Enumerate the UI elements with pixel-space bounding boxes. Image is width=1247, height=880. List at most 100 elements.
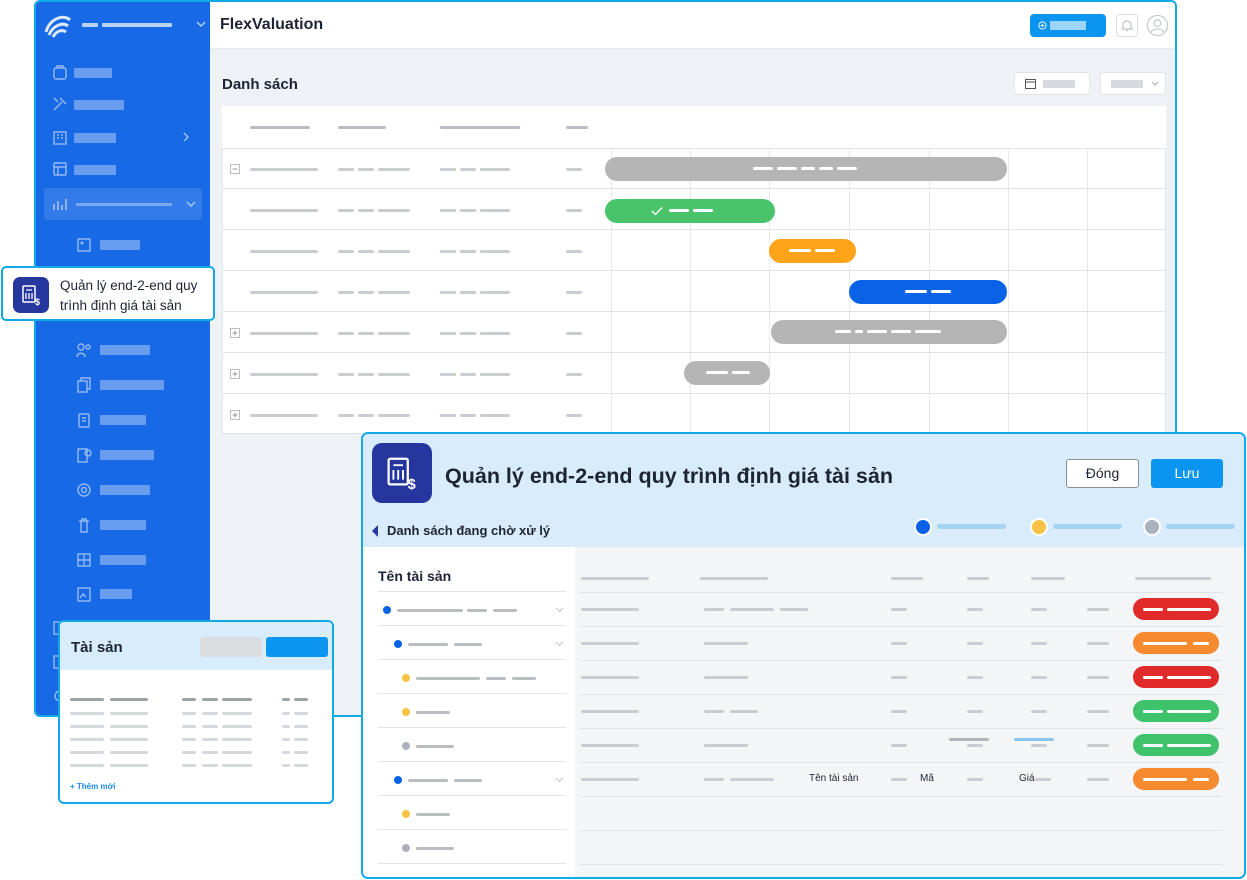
- date-filter-button[interactable]: [1014, 72, 1090, 95]
- add-new-link[interactable]: + Thêm mới: [70, 782, 115, 791]
- step-1-dot[interactable]: [914, 518, 932, 536]
- gantt-bar-gray[interactable]: [771, 320, 1007, 344]
- gantt-bar-blue[interactable]: [849, 280, 1007, 304]
- card-primary-button[interactable]: [266, 637, 328, 657]
- sidebar-subitem-1[interactable]: [36, 233, 210, 257]
- asset-tree: Tên tài sản: [363, 547, 575, 877]
- card-secondary-button[interactable]: [200, 637, 262, 657]
- bell-icon: [1121, 20, 1133, 31]
- sidebar: [36, 2, 210, 715]
- expand-icon[interactable]: [230, 328, 240, 338]
- valuation-doc-icon: $: [372, 443, 432, 503]
- asset-table: Tên tài sản Mã Giá: [575, 547, 1244, 877]
- tree-item[interactable]: [378, 626, 566, 660]
- table-row-empty: [579, 831, 1222, 865]
- gantt-bar-green[interactable]: [605, 199, 775, 223]
- table-row[interactable]: [579, 661, 1222, 695]
- asset-name-label: Tên tài sản: [809, 773, 859, 784]
- header-cell: [250, 126, 310, 129]
- status-pill-red[interactable]: [1133, 598, 1219, 620]
- tree-item[interactable]: [378, 694, 566, 728]
- chevron-right-icon: [183, 132, 189, 142]
- sidebar-subitem-4[interactable]: [36, 373, 210, 397]
- chevron-left-icon[interactable]: [371, 524, 379, 538]
- tree-item[interactable]: [378, 660, 566, 694]
- svg-text:$: $: [408, 477, 416, 491]
- sidebar-item-2[interactable]: [36, 92, 210, 116]
- gantt-bar-gray[interactable]: [605, 157, 1007, 181]
- org-name: [102, 23, 172, 27]
- modal-title: Quản lý end-2-end quy trình định giá tài…: [445, 464, 893, 488]
- status-pill-green[interactable]: [1133, 734, 1219, 756]
- image-doc-icon: [77, 238, 91, 252]
- calculator-icon: [53, 162, 67, 176]
- status-pill-green[interactable]: [1133, 700, 1219, 722]
- expand-icon[interactable]: [230, 369, 240, 379]
- status-pill-orange[interactable]: [1133, 768, 1219, 790]
- table-row[interactable]: [222, 271, 1166, 312]
- gantt-bar-gray[interactable]: [684, 361, 770, 385]
- table-row[interactable]: [222, 394, 1166, 434]
- header-cell: [440, 126, 520, 129]
- table-row[interactable]: [579, 593, 1222, 627]
- sidebar-subitem-5[interactable]: [36, 408, 210, 432]
- sidebar-subitem-10[interactable]: [36, 582, 210, 606]
- sidebar-subitem-7[interactable]: [36, 478, 210, 502]
- sidebar-item-4[interactable]: [36, 157, 210, 181]
- card-title: Tài sản: [71, 639, 123, 656]
- table-row[interactable]: [579, 627, 1222, 661]
- chevron-down-icon[interactable]: [196, 20, 206, 28]
- status-pill-red[interactable]: [1133, 666, 1219, 688]
- trash-icon: [79, 518, 89, 533]
- menu-callout[interactable]: $ Quản lý end-2-end quy trình định giá t…: [1, 266, 215, 321]
- back-link[interactable]: Danh sách đang chờ xử lý: [387, 523, 550, 538]
- chart-icon: [53, 199, 67, 210]
- step-2-dot[interactable]: [1030, 518, 1048, 536]
- table-row[interactable]: [579, 729, 1222, 763]
- section-title: Danh sách: [222, 76, 298, 93]
- sidebar-subitem-6[interactable]: [36, 443, 210, 467]
- sidebar-subitem-8[interactable]: [36, 513, 210, 537]
- status-pill-orange[interactable]: [1133, 632, 1219, 654]
- copy-icon: [77, 377, 91, 393]
- create-button[interactable]: [1030, 14, 1106, 37]
- close-button[interactable]: Đóng: [1066, 459, 1139, 488]
- tree-item[interactable]: [378, 728, 566, 762]
- logo-icon[interactable]: [44, 14, 72, 38]
- table-row[interactable]: [222, 312, 1166, 353]
- header-cell: [338, 126, 386, 129]
- check-icon: [651, 207, 663, 216]
- callout-label-line2: trình định giá tài sản: [60, 298, 182, 313]
- tree-item[interactable]: [378, 592, 566, 626]
- notification-button[interactable]: [1116, 14, 1138, 37]
- tree-item[interactable]: [378, 830, 566, 864]
- sidebar-item-5-active[interactable]: [44, 188, 202, 220]
- table-row[interactable]: [579, 695, 1222, 729]
- bag-icon: [53, 65, 67, 80]
- table-row[interactable]: Tên tài sản Mã Giá: [579, 763, 1222, 797]
- chevron-down-icon: [1151, 81, 1159, 86]
- topbar: FlexValuation: [210, 2, 1175, 49]
- valuation-modal: $ Quản lý end-2-end quy trình định giá t…: [361, 432, 1246, 879]
- grid-icon: [77, 553, 91, 567]
- callout-label-line1: Quản lý end-2-end quy: [60, 278, 198, 293]
- user-avatar-icon[interactable]: [1146, 14, 1169, 37]
- calendar-icon: [1025, 79, 1036, 89]
- tree-item[interactable]: [378, 796, 566, 830]
- expand-icon[interactable]: [230, 410, 240, 420]
- sidebar-subitem-9[interactable]: [36, 548, 210, 572]
- view-select[interactable]: [1100, 72, 1166, 95]
- sidebar-subitem-3[interactable]: [36, 338, 210, 362]
- svg-text:$: $: [35, 297, 40, 306]
- building-icon: [53, 131, 67, 145]
- gantt-bar-orange[interactable]: [769, 239, 856, 263]
- photo-doc-icon: [77, 587, 91, 602]
- tree-header: Tên tài sản: [378, 568, 452, 584]
- sidebar-item-3[interactable]: [36, 125, 210, 149]
- step-3-dot[interactable]: [1143, 518, 1161, 536]
- table-row[interactable]: [222, 230, 1166, 271]
- sidebar-item-1[interactable]: [36, 60, 210, 84]
- tree-item[interactable]: [378, 762, 566, 796]
- save-button[interactable]: Lưu: [1151, 459, 1223, 488]
- collapse-icon[interactable]: [230, 164, 240, 174]
